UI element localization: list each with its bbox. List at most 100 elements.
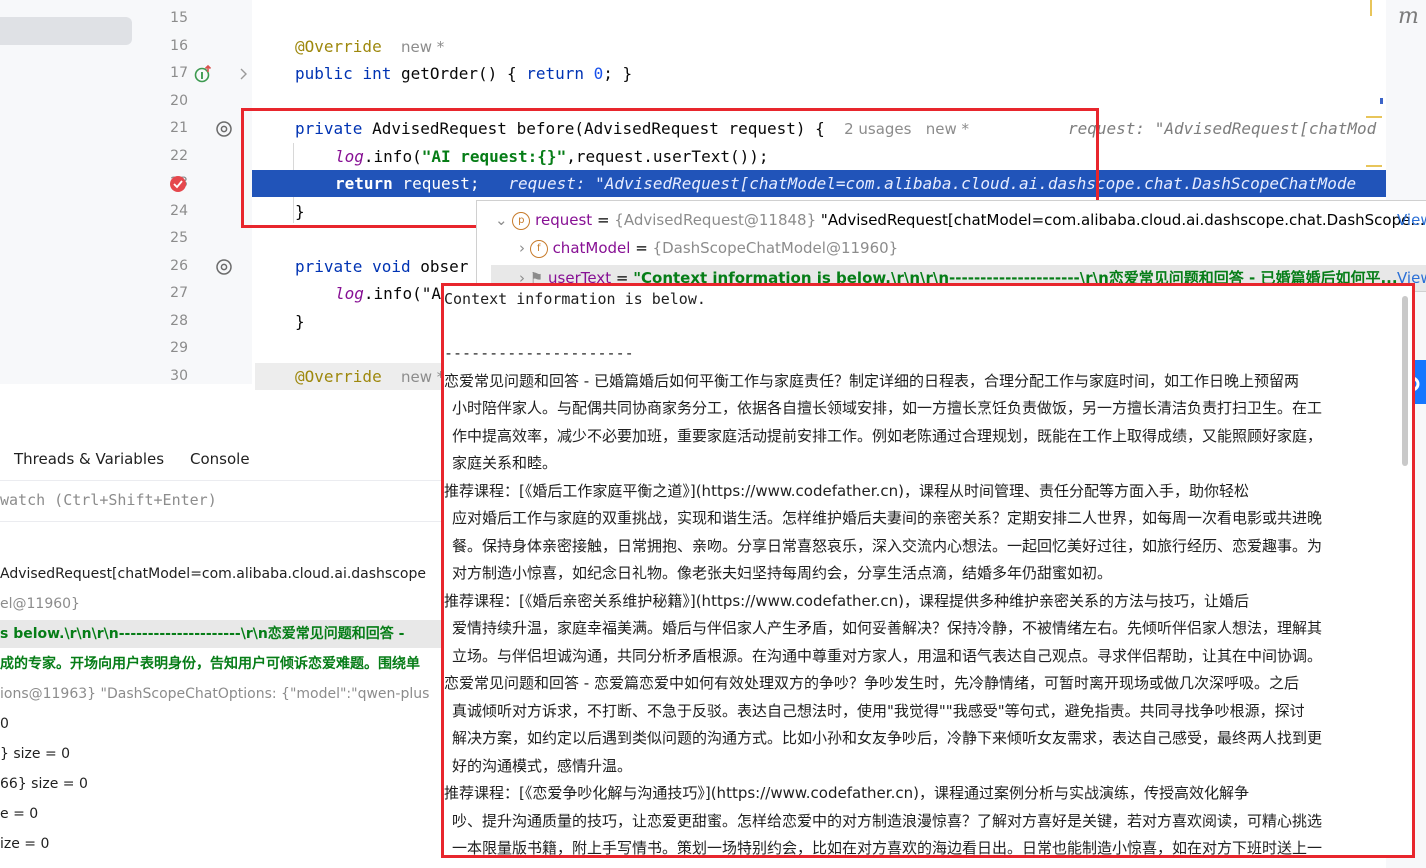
inline-debug-value: request: "AdvisedRequest[chatMod <box>1068 119 1377 138</box>
scroll-marker <box>1380 98 1383 104</box>
scroll-marker <box>1366 165 1382 167</box>
text-line: 一本限量版书籍，附上手写情书。策划一场特别约会，比如在对方喜欢的海边看日出。日常… <box>452 839 1323 857</box>
code-text: .info("A <box>363 284 441 303</box>
line-number: 17 <box>170 65 188 81</box>
keyword: int <box>362 64 392 83</box>
variable-row[interactable]: ions@11963} "DashScopeChatOptions: {"mod… <box>0 680 429 708</box>
var-ref: {DashScopeChatModel@11960} <box>652 239 899 257</box>
text-value-viewer[interactable]: Context information is below. ----------… <box>441 283 1415 858</box>
code-line-26[interactable]: private void obser <box>295 253 468 280</box>
scroll-marker <box>1370 0 1372 16</box>
text-viewer-scrollbar[interactable] <box>1402 296 1408 466</box>
right-tool-letter[interactable]: m <box>1398 4 1419 29</box>
variable-row-selected[interactable]: s below.\r\n\r\n---------------------\r\… <box>0 620 460 648</box>
usage-hint[interactable]: new * <box>401 368 444 386</box>
text-line: 恋爱常见问题和回答 - 恋爱篇恋爱中如何有效处理双方的争吵？争吵发生时，先冷静情… <box>444 674 1299 692</box>
line-number: 24 <box>170 203 188 219</box>
line-number: 22 <box>170 148 188 164</box>
variable-inspect-popup[interactable]: ⌄ p request = {AdvisedRequest@11848} "Ad… <box>476 200 1426 292</box>
view-link[interactable]: View <box>1397 207 1426 233</box>
equals: = <box>630 239 653 257</box>
breakpoint-icon[interactable] <box>168 174 188 194</box>
project-panel-strip <box>0 0 148 384</box>
fold-chevron-icon[interactable] <box>238 66 250 82</box>
code-line-27[interactable]: log.info("A <box>335 280 441 307</box>
keyword: public <box>295 64 353 83</box>
usage-hint[interactable]: new * <box>401 38 444 56</box>
text-line: 推荐课程：[《婚后亲密关系维护秘籍》](https://www.codefath… <box>444 592 1249 610</box>
selected-tree-item[interactable] <box>0 17 132 45</box>
variable-row[interactable]: 成的专家。开场向用户表明身份，告知用户可倾诉恋爱难题。围绕单 <box>0 650 420 678</box>
line-number: 21 <box>170 120 188 136</box>
text-line: Context information is below. <box>444 290 706 308</box>
text-line: 恋爱常见问题和回答 - 已婚篇婚后如何平衡工作与家庭责任？制定详细的日程表，合理… <box>444 372 1299 390</box>
tab-threads-variables[interactable]: Threads & Variables <box>14 448 164 470</box>
line-number: 16 <box>170 38 188 54</box>
variable-row[interactable]: el@11960} <box>0 590 80 618</box>
text-line: 真诚倾听对方诉求，不打断、不急于反驳。表达自己想法时，使用"我觉得""我感受"等… <box>452 702 1305 720</box>
annotation-at-icon[interactable] <box>214 257 234 277</box>
debugger-tabs: Threads & Variables Console <box>0 440 460 481</box>
variable-row[interactable]: } size = 0 <box>0 740 70 768</box>
code-line-17[interactable]: public int getOrder() { return 0; } <box>295 60 632 87</box>
field-icon: f <box>529 239 548 258</box>
var-name: chatModel <box>552 239 631 257</box>
line-number: 20 <box>170 93 188 109</box>
text-line: 解决方案，如约定以后遇到类似问题的沟通方式。比如小孙和女友争吵后，冷静下来倾听女… <box>452 729 1323 747</box>
text-line: 吵、提升沟通质量的技巧，让恋爱更甜蜜。怎样给恋爱中的对方制造浪漫惊喜？了解对方喜… <box>452 812 1323 830</box>
var-name: request <box>535 211 593 229</box>
text-line: 家庭关系和睦。 <box>452 454 558 472</box>
line-number: 15 <box>170 10 188 26</box>
variable-row[interactable]: 0 <box>0 710 9 738</box>
text-line: 小时陪伴家人。与配偶共同协商家务分工，依据各自擅长领域安排，如一方擅长烹饪负责做… <box>452 399 1323 417</box>
scroll-marker <box>1366 116 1382 118</box>
field-ref: log <box>335 284 364 303</box>
var-ref: {AdvisedRequest@11848} <box>614 211 817 229</box>
line-number: 28 <box>170 313 188 329</box>
svg-text:I: I <box>200 71 204 82</box>
line-number: 29 <box>170 340 188 356</box>
line-number: 27 <box>170 285 188 301</box>
annotation-at-icon[interactable] <box>214 119 234 139</box>
text-line: 推荐课程：[《恋爱争吵化解与沟通技巧》](https://www.codefat… <box>444 784 1249 802</box>
code-text: ; } <box>603 64 633 83</box>
code-text: getOrder() { <box>391 64 527 83</box>
keyword: void <box>372 257 411 276</box>
text-line: 爱情持续升温，家庭幸福美满。婚后与伴侣家人产生矛盾，如何妥善解决？保持冷静，不被… <box>452 619 1323 637</box>
override-annotation: @Override <box>295 37 382 56</box>
equals: = <box>592 211 615 229</box>
code-line-16[interactable]: @Override new * <box>295 33 444 60</box>
variable-row[interactable]: e = 0 <box>0 800 38 828</box>
text-line: 推荐课程：[《婚后工作家庭平衡之道》](https://www.codefath… <box>444 482 1249 500</box>
code-text: obser <box>410 257 469 276</box>
variable-row[interactable]: 66} size = 0 <box>0 770 88 798</box>
code-line-28[interactable]: } <box>295 308 305 335</box>
line-number: 25 <box>170 230 188 246</box>
code-line-30[interactable]: @Override new * <box>255 363 445 390</box>
tab-console[interactable]: Console <box>190 448 250 470</box>
text-line: 好的沟通模式，感情升温。 <box>452 757 633 775</box>
text-line: 立场。与伴侣坦诚沟通，共同分析矛盾根源。在沟通中尊重对方家人，用温和语气表达自己… <box>452 647 1323 665</box>
keyword: private <box>295 257 363 276</box>
variable-row[interactable]: ize = 0 <box>0 830 49 858</box>
expand-chevron-icon[interactable]: › <box>519 239 525 257</box>
popup-row-request[interactable]: ⌄ p request = {AdvisedRequest@11848} "Ad… <box>495 207 1425 233</box>
watch-placeholder: watch (Ctrl+Shift+Enter) <box>0 491 217 509</box>
line-number: 26 <box>170 258 188 274</box>
text-line: 对方制造小惊喜，如纪念日礼物。像老张夫妇坚持每周约会，分享生活点滴，结婚多年仍甜… <box>452 564 1113 582</box>
implements-method-icon[interactable]: I <box>193 64 213 84</box>
variable-row[interactable]: AdvisedRequest[chatModel=com.alibaba.clo… <box>0 560 426 588</box>
text-line: 作中提高效率，减少不必要加班，重要家庭活动提前安排工作。例如老陈通过合理规划，既… <box>452 427 1323 445</box>
parameter-icon: p <box>512 211 531 230</box>
text-line: 餐。保持身体亲密接触，日常拥抱、亲吻。分享日常喜怒哀乐，深入交流内心想法。一起回… <box>452 537 1323 555</box>
collapse-chevron-icon[interactable]: ⌄ <box>495 211 508 229</box>
override-annotation: @Override <box>295 367 382 386</box>
keyword: return <box>526 64 584 83</box>
popup-row-chatmodel[interactable]: › f chatModel = {DashScopeChatModel@1196… <box>519 235 898 261</box>
text-line: 应对婚后工作与家庭的双重挑战，实现和谐生活。怎样维护婚后夫妻间的亲密关系？定期安… <box>452 509 1323 527</box>
text-line: --------------------- <box>444 344 634 362</box>
number-literal: 0 <box>593 64 604 83</box>
line-number: 30 <box>170 368 188 384</box>
watch-input[interactable]: watch (Ctrl+Shift+Enter) <box>0 481 460 522</box>
var-value: "AdvisedRequest[chatModel=com.alibaba.cl… <box>816 211 1425 229</box>
